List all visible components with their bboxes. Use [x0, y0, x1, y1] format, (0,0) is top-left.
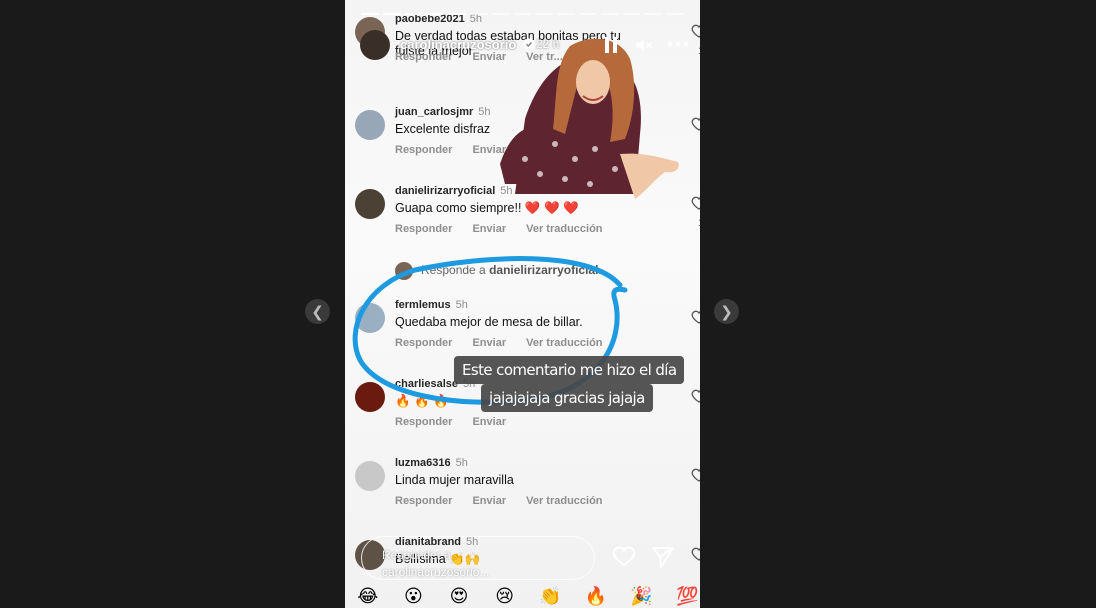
reaction-emoji[interactable]: 💯	[674, 586, 700, 607]
reply-placeholder: Responder a carolinacruzosorio...	[382, 548, 490, 579]
progress-segment	[557, 13, 575, 15]
reaction-emoji[interactable]: 😮	[401, 586, 427, 607]
progress-segment	[404, 13, 423, 15]
progress-segment	[578, 13, 597, 15]
quick-reactions: 😂 😮 😍 😢 👏 🔥 🎉 💯	[355, 586, 700, 607]
chevron-right-icon: ❯	[720, 303, 733, 321]
reaction-emoji[interactable]: 👏	[538, 586, 564, 607]
story-viewer[interactable]: paobebe2021 5h De verdad todas estaban bo…	[345, 0, 700, 608]
story-username[interactable]: carolinacruzosorio	[400, 37, 516, 52]
reaction-emoji[interactable]: 😍	[446, 586, 472, 607]
progress-segment	[361, 13, 379, 15]
send-story-icon[interactable]	[651, 545, 675, 569]
story-progress-bar	[361, 13, 684, 15]
progress-segment	[600, 13, 619, 15]
reaction-emoji[interactable]: 🎉	[629, 586, 655, 607]
story-header: carolinacruzosorio 22 h	[360, 30, 700, 60]
like-story-icon[interactable]	[611, 544, 637, 568]
chevron-left-icon: ❮	[311, 303, 324, 321]
story-avatar[interactable]	[360, 30, 390, 60]
next-story-button[interactable]: ❯	[714, 299, 739, 324]
highlight-circle-drawing	[352, 256, 628, 405]
progress-segment	[491, 13, 510, 15]
reply-input[interactable]: Responder a carolinacruzosorio...	[361, 536, 595, 580]
progress-segment	[513, 13, 532, 15]
progress-segment	[644, 13, 663, 15]
progress-segment	[535, 13, 554, 15]
progress-segment	[622, 13, 641, 15]
story-time: 22 h	[536, 37, 560, 51]
progress-segment	[448, 13, 466, 15]
reaction-emoji[interactable]: 😂	[355, 586, 381, 607]
progress-segment	[426, 13, 445, 15]
progress-segment	[382, 13, 401, 15]
previous-story-button[interactable]: ❮	[305, 299, 330, 324]
more-options-icon[interactable]	[667, 39, 689, 49]
progress-segment	[666, 13, 684, 15]
verified-badge-icon	[523, 38, 535, 50]
progress-segment	[469, 13, 488, 15]
caption-line-1: Este comentario me hizo el día	[454, 356, 685, 384]
caption-line-2: jajajajaja gracias jajaja	[481, 384, 653, 412]
mute-icon[interactable]	[634, 35, 654, 55]
pause-icon[interactable]	[604, 36, 618, 54]
story-footer: Responder a carolinacruzosorio... 😂 😮 😍 😢 👏 🔥…	[345, 528, 700, 608]
reaction-emoji[interactable]: 😢	[492, 586, 518, 607]
reaction-emoji[interactable]: 🔥	[583, 586, 609, 607]
